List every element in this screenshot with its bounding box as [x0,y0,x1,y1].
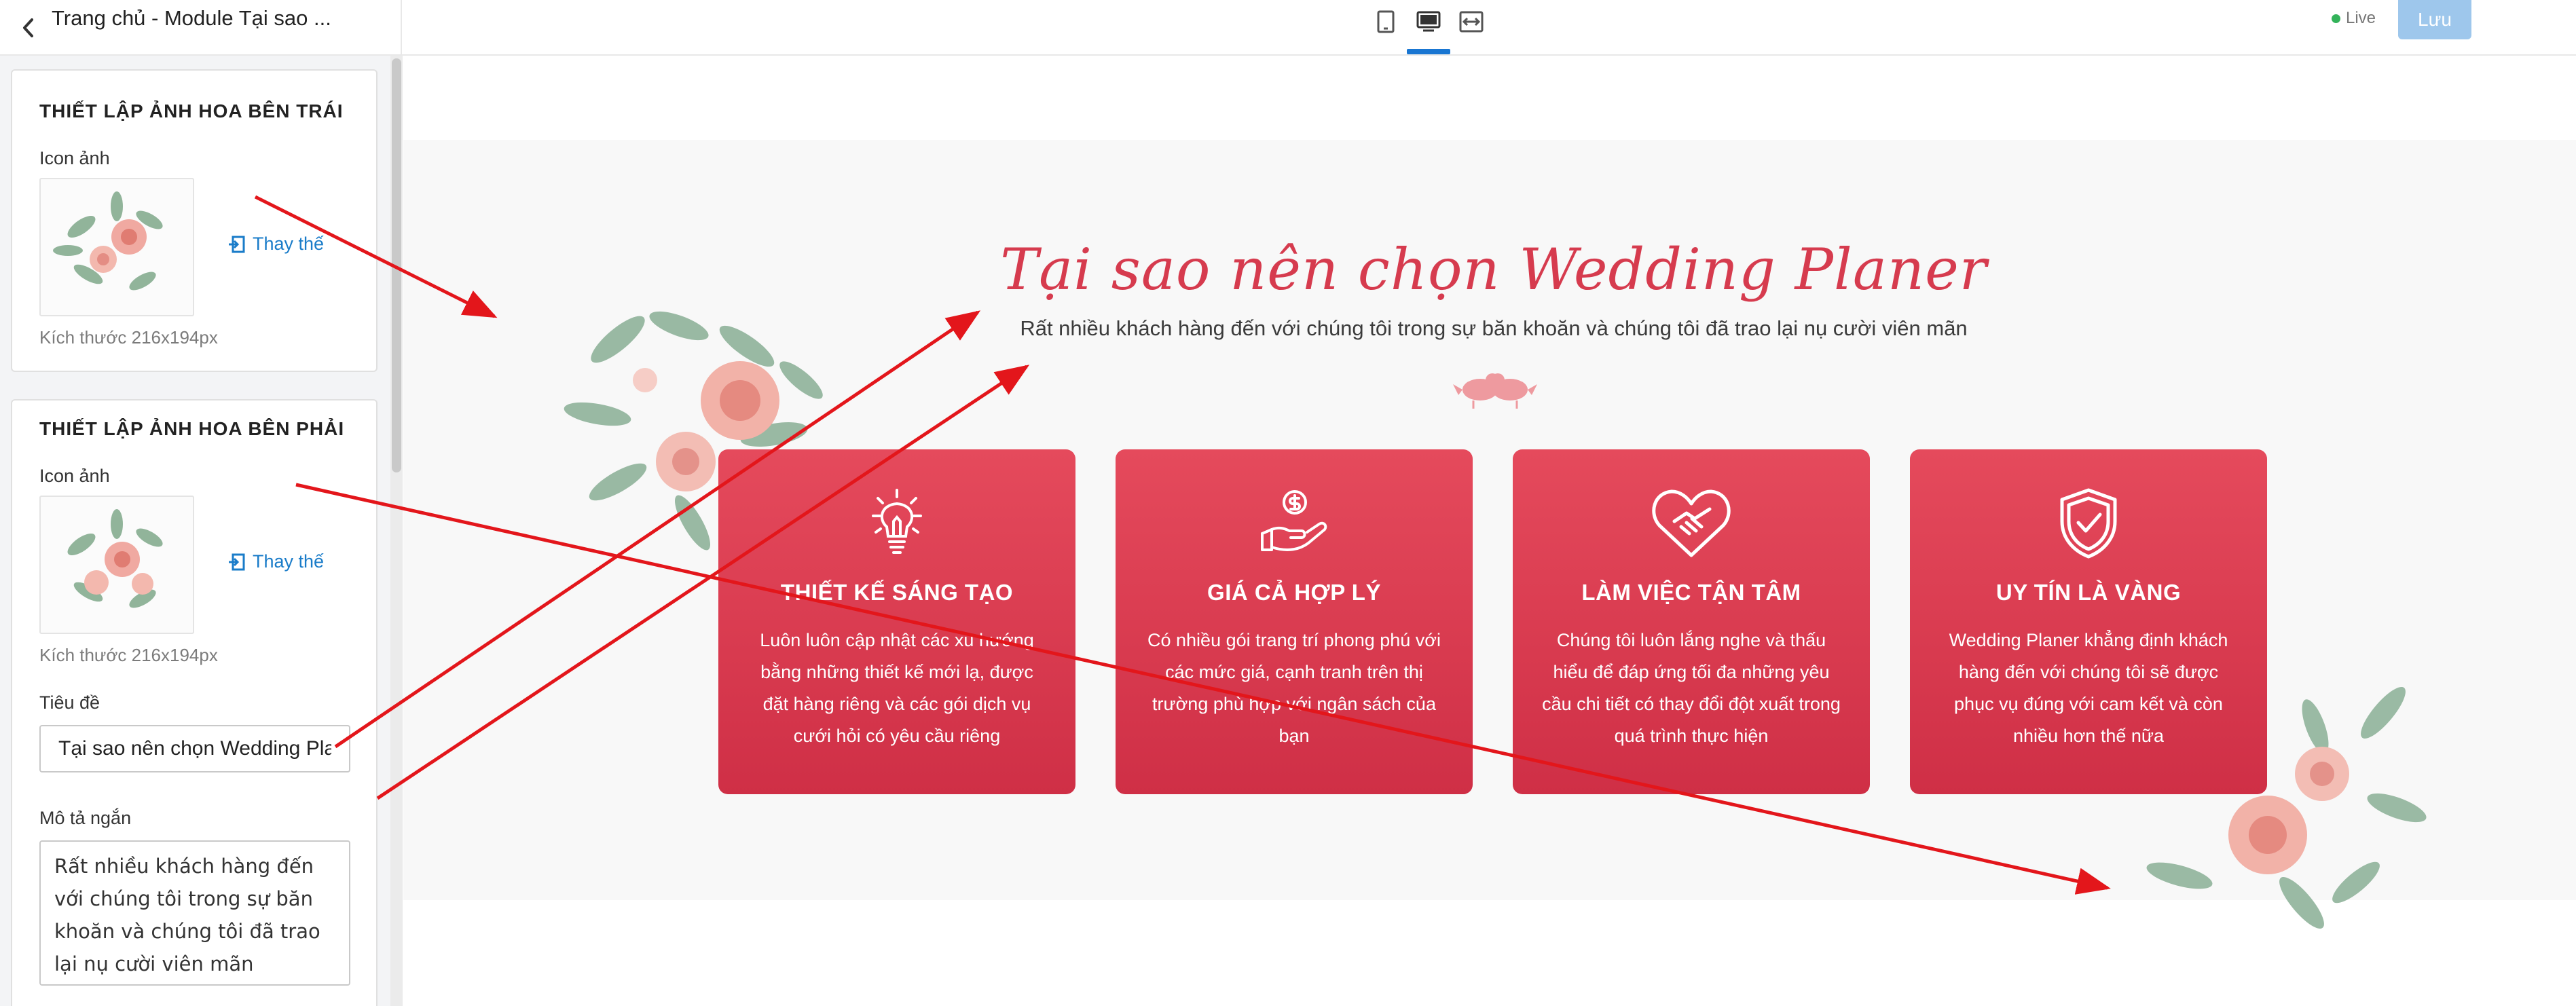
desktop-icon [1416,11,1441,32]
left-flower-title: THIẾT LẬP ẢNH HOA BÊN TRÁI [39,100,344,122]
hand-coin-icon [1261,490,1327,551]
feature-card-price: GIÁ CẢ HỢP LÝ Có nhiều gói trang trí pho… [1116,449,1473,794]
device-mobile-button[interactable] [1365,4,1407,39]
replace-icon [229,236,245,253]
description-field-label: Mô tả ngắn [39,808,132,828]
header-divider [401,0,402,56]
sidebar-scrollbar[interactable] [392,58,401,472]
page-title: Trang chủ - Module Tại sao ... [52,6,331,30]
live-dot-icon [2332,14,2340,23]
left-flower-thumbnail[interactable] [39,178,194,316]
feature-description: Wedding Planer khẳng định khách hàng đến… [1949,630,2228,746]
right-flower-replace-button[interactable]: Thay thế [227,551,324,572]
flower-image-icon [53,191,163,291]
shield-check-icon [2060,488,2117,559]
device-active-indicator [1407,49,1450,54]
right-flower-replace-label: Thay thế [253,551,325,572]
back-button[interactable] [14,11,43,45]
title-input[interactable] [39,725,350,772]
live-status: Live [2332,7,2376,30]
feature-description: Luôn luôn cập nhật các xu hướng bằng nhữ… [760,630,1034,746]
replace-icon [229,553,245,570]
section-title: Tại sao nên chọn Wedding Planer [1000,236,1987,303]
right-flower-card: THIẾT LẬP ẢNH HOA BÊN PHẢI Icon ảnh Thay… [11,399,378,1006]
save-button[interactable]: Lưu [2398,0,2471,39]
right-flower-thumbnail[interactable] [39,496,194,634]
left-flower-replace-label: Thay thế [253,234,325,254]
feature-title: GIÁ CẢ HỢP LÝ [1207,580,1381,605]
feature-title: LÀM VIỆC TẬN TÂM [1581,580,1801,605]
feature-title: THIẾT KẾ SÁNG TẠO [780,580,1014,605]
left-flower-size: Kích thước 216x194px [39,327,218,348]
feature-card-trust: UY TÍN LÀ VÀNG Wedding Planer khẳng định… [1910,449,2267,794]
top-header: Trang chủ - Module Tại sao ... Live Lưu [0,0,2576,56]
feature-title: UY TÍN LÀ VÀNG [1995,580,2182,605]
mobile-icon [1377,10,1395,33]
right-flower-size: Kích thước 216x194px [39,645,218,665]
section-subtitle: Rất nhiều khách hàng đến với chúng tôi t… [1020,316,1968,340]
lightbulb-icon [872,489,922,554]
feature-description: Chúng tôi luôn lắng nghe và thấu hiểu để… [1542,630,1841,746]
title-field-label: Tiêu đề [39,692,100,713]
chevron-left-icon [23,18,33,37]
feature-card-creative: THIẾT KẾ SÁNG TẠO Luôn luôn cập nhật các… [718,449,1075,794]
settings-sidebar: THIẾT LẬP ẢNH HOA BÊN TRÁI Icon ảnh Thay… [0,56,402,1006]
fullwidth-icon [1459,11,1484,33]
heart-handshake-icon [1652,489,1731,557]
love-birds-icon [1453,373,1537,409]
flower-image-icon [67,509,163,608]
description-textarea[interactable]: Rất nhiều khách hàng đến với chúng tôi t… [39,840,350,986]
left-flower-replace-button[interactable]: Thay thế [227,234,324,255]
right-flower-title: THIẾT LẬP ẢNH HOA BÊN PHẢI [39,418,345,439]
device-desktop-button[interactable] [1407,4,1450,39]
feature-card-dedicated: LÀM VIỆC TẬN TÂM Chúng tôi luôn lắng ngh… [1513,449,1870,794]
device-fullwidth-button[interactable] [1450,4,1492,39]
left-flower-card: THIẾT LẬP ẢNH HOA BÊN TRÁI Icon ảnh Thay… [11,69,378,372]
left-flower-icon-label: Icon ảnh [39,148,110,168]
right-flower-icon-label: Icon ảnh [39,466,110,486]
live-label: Live [2346,9,2376,27]
feature-description: Có nhiều gói trang trí phong phú với các… [1147,630,1441,746]
